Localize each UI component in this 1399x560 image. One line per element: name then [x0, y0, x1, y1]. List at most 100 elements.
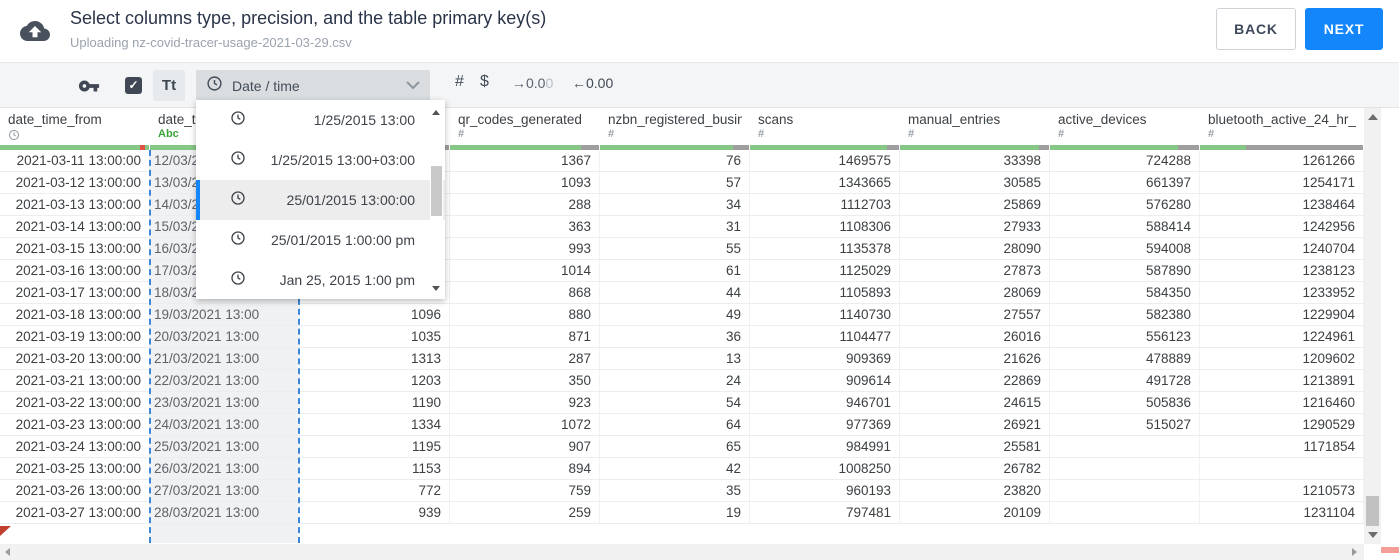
column-header[interactable]: scans #	[750, 108, 900, 145]
table-cell[interactable]: 27557	[900, 304, 1050, 325]
table-cell[interactable]: 993	[450, 238, 600, 259]
table-cell[interactable]: 772	[300, 480, 450, 501]
table-cell[interactable]: 868	[450, 282, 600, 303]
table-cell[interactable]: 1238464	[1200, 194, 1364, 215]
table-cell[interactable]: 1105893	[750, 282, 900, 303]
table-cell[interactable]: 584350	[1050, 282, 1200, 303]
table-cell[interactable]: 1238123	[1200, 260, 1364, 281]
column-header[interactable]: date_time_from	[0, 108, 150, 145]
table-cell[interactable]: 478889	[1050, 348, 1200, 369]
table-cell[interactable]: 871	[450, 326, 600, 347]
table-cell[interactable]: 1035	[300, 326, 450, 347]
table-cell[interactable]: 515027	[1050, 414, 1200, 435]
table-cell[interactable]: 2021-03-18 13:00:00	[0, 304, 150, 325]
table-cell[interactable]	[1050, 436, 1200, 457]
column-header[interactable]: bluetooth_active_24_hr_ #	[1200, 108, 1364, 145]
scroll-left-icon[interactable]	[5, 548, 10, 556]
table-cell[interactable]: 1216460	[1200, 392, 1364, 413]
datetime-format-option[interactable]: 1/25/2015 13:00+03:00	[196, 140, 445, 180]
table-cell[interactable]: 22/03/2021 13:00	[150, 370, 300, 391]
table-cell[interactable]: 25869	[900, 194, 1050, 215]
scroll-down-icon[interactable]	[432, 286, 440, 291]
table-cell[interactable]: 33398	[900, 150, 1050, 171]
table-cell[interactable]: 1242956	[1200, 216, 1364, 237]
table-cell[interactable]: 894	[450, 458, 600, 479]
table-cell[interactable]	[1200, 458, 1364, 479]
table-cell[interactable]: 1231104	[1200, 502, 1364, 523]
table-cell[interactable]: 2021-03-15 13:00:00	[0, 238, 150, 259]
table-cell[interactable]: 26782	[900, 458, 1050, 479]
datetime-format-option[interactable]: 25/01/2015 1:00:00 pm	[196, 220, 445, 260]
table-cell[interactable]: 55	[600, 238, 750, 259]
table-cell[interactable]: 977369	[750, 414, 900, 435]
table-cell[interactable]: 724288	[1050, 150, 1200, 171]
table-cell[interactable]: 24615	[900, 392, 1050, 413]
table-cell[interactable]: 24/03/2021 13:00	[150, 414, 300, 435]
table-cell[interactable]: 28/03/2021 13:00	[150, 502, 300, 523]
scroll-up-icon[interactable]	[432, 110, 440, 115]
scroll-down-icon[interactable]	[1368, 532, 1378, 538]
table-cell[interactable]: 23/03/2021 13:00	[150, 392, 300, 413]
datetime-format-option[interactable]: Jan 25, 2015 1:00 pm	[196, 260, 445, 300]
column-header[interactable]: active_devices #	[1050, 108, 1200, 145]
table-cell[interactable]: 582380	[1050, 304, 1200, 325]
table-cell[interactable]: 797481	[750, 502, 900, 523]
table-cell[interactable]	[1050, 458, 1200, 479]
table-cell[interactable]: 2021-03-17 13:00:00	[0, 282, 150, 303]
decrease-decimal-button[interactable]: ←0.00	[572, 75, 613, 91]
table-cell[interactable]: 1233952	[1200, 282, 1364, 303]
primary-key-icon[interactable]	[78, 75, 100, 102]
table-cell[interactable]: 287	[450, 348, 600, 369]
datetime-format-option[interactable]: 25/01/2015 13:00:00	[196, 180, 445, 220]
table-cell[interactable]: 2021-03-16 13:00:00	[0, 260, 150, 281]
table-cell[interactable]: 1224961	[1200, 326, 1364, 347]
table-cell[interactable]: 556123	[1050, 326, 1200, 347]
table-cell[interactable]: 26/03/2021 13:00	[150, 458, 300, 479]
table-cell[interactable]: 13	[600, 348, 750, 369]
table-cell[interactable]: 35	[600, 480, 750, 501]
table-cell[interactable]: 30585	[900, 172, 1050, 193]
boolean-type-checkbox[interactable]: ✓	[125, 77, 142, 94]
table-cell[interactable]: 2021-03-21 13:00:00	[0, 370, 150, 391]
dropdown-scrollbar[interactable]	[430, 102, 443, 297]
table-cell[interactable]: 21/03/2021 13:00	[150, 348, 300, 369]
dropdown-scrollbar-thumb[interactable]	[431, 166, 442, 216]
table-cell[interactable]: 23820	[900, 480, 1050, 501]
table-cell[interactable]: 350	[450, 370, 600, 391]
table-cell[interactable]: 1153	[300, 458, 450, 479]
table-cell[interactable]: 1190	[300, 392, 450, 413]
table-cell[interactable]: 20109	[900, 502, 1050, 523]
table-cell[interactable]: 1290529	[1200, 414, 1364, 435]
table-cell[interactable]	[1050, 502, 1200, 523]
table-cell[interactable]: 65	[600, 436, 750, 457]
table-cell[interactable]: 57	[600, 172, 750, 193]
table-cell[interactable]: 588414	[1050, 216, 1200, 237]
table-cell[interactable]: 22869	[900, 370, 1050, 391]
table-cell[interactable]: 880	[450, 304, 600, 325]
table-cell[interactable]: 28090	[900, 238, 1050, 259]
table-cell[interactable]: 1209602	[1200, 348, 1364, 369]
table-cell[interactable]: 2021-03-12 13:00:00	[0, 172, 150, 193]
table-cell[interactable]: 27/03/2021 13:00	[150, 480, 300, 501]
table-cell[interactable]: 1240704	[1200, 238, 1364, 259]
table-cell[interactable]: 1008250	[750, 458, 900, 479]
increase-decimal-button[interactable]: →0.00	[512, 75, 553, 91]
table-cell[interactable]: 25/03/2021 13:00	[150, 436, 300, 457]
table-cell[interactable]: 1125029	[750, 260, 900, 281]
table-cell[interactable]: 2021-03-22 13:00:00	[0, 392, 150, 413]
table-cell[interactable]: 1343665	[750, 172, 900, 193]
table-cell[interactable]: 2021-03-26 13:00:00	[0, 480, 150, 501]
table-cell[interactable]: 288	[450, 194, 600, 215]
table-cell[interactable]: 960193	[750, 480, 900, 501]
column-header[interactable]: qr_codes_generated #	[450, 108, 600, 145]
table-cell[interactable]: 491728	[1050, 370, 1200, 391]
text-type-button[interactable]: Tt	[153, 70, 185, 101]
back-button[interactable]: BACK	[1216, 8, 1296, 50]
table-cell[interactable]: 2021-03-25 13:00:00	[0, 458, 150, 479]
table-cell[interactable]: 1213891	[1200, 370, 1364, 391]
next-button[interactable]: NEXT	[1305, 8, 1383, 50]
table-cell[interactable]: 1072	[450, 414, 600, 435]
table-cell[interactable]: 2021-03-14 13:00:00	[0, 216, 150, 237]
number-type-button[interactable]: #	[455, 73, 464, 91]
table-cell[interactable]: 2021-03-13 13:00:00	[0, 194, 150, 215]
